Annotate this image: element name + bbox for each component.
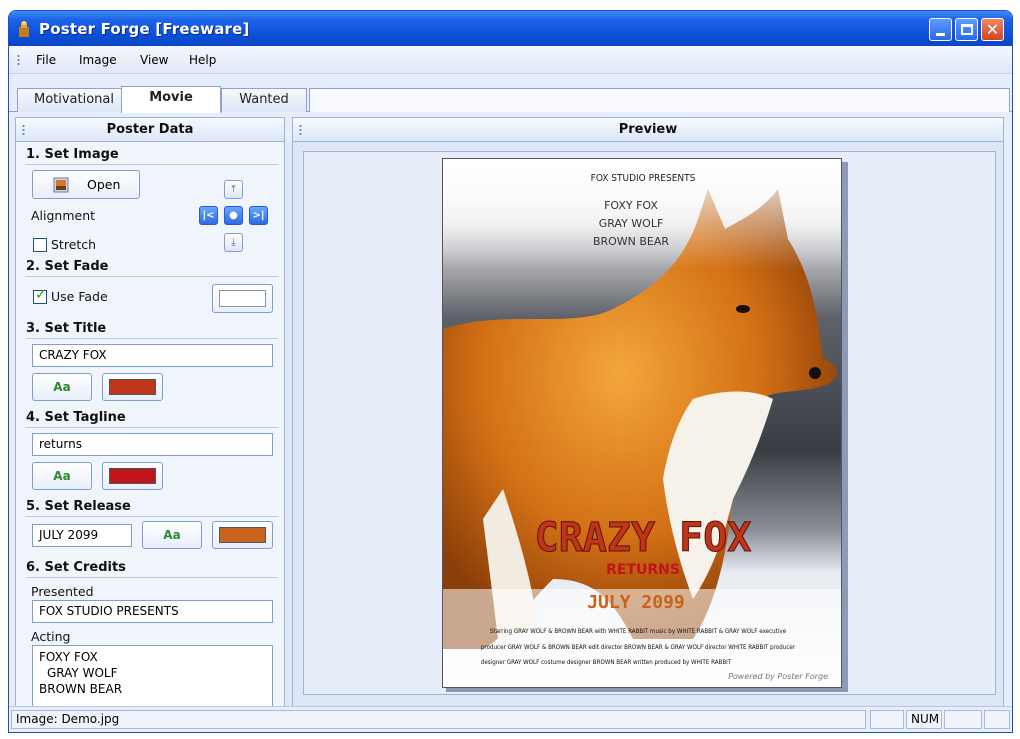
tagline-color-button[interactable] bbox=[102, 462, 163, 490]
section-set-credits: 6. Set Credits bbox=[26, 560, 126, 575]
preview-header: Preview bbox=[292, 117, 1004, 142]
align-right-button[interactable]: >| bbox=[249, 206, 268, 225]
section-set-release: 5. Set Release bbox=[26, 499, 131, 514]
align-bottom-button[interactable]: ⤓ bbox=[224, 233, 243, 252]
align-top-icon: ⤒ bbox=[231, 184, 236, 195]
alignment-label: Alignment bbox=[31, 208, 96, 223]
open-image-icon bbox=[53, 177, 69, 193]
poster-artwork: FOX STUDIO PRESENTS FOXY FOX GRAY WOLF B… bbox=[443, 159, 841, 687]
main-window: Poster Forge [Freeware] ✕ File Image Vie… bbox=[8, 10, 1013, 733]
menu-view[interactable]: View bbox=[140, 53, 168, 67]
panel-splitter[interactable] bbox=[285, 142, 292, 708]
poster-tagline: RETURNS bbox=[606, 562, 680, 578]
release-font-button[interactable]: Aa bbox=[142, 521, 202, 549]
status-bar: Image: Demo.jpg NUM bbox=[9, 706, 1012, 732]
poster-data-panel: 1. Set Image Open ⤒ Alignment |< ● >| St… bbox=[15, 142, 285, 708]
align-right-icon: >| bbox=[252, 210, 265, 221]
checkmark-icon: ✓ bbox=[35, 287, 47, 303]
release-input[interactable]: JULY 2099 bbox=[32, 524, 132, 547]
open-button-label: Open bbox=[87, 177, 121, 192]
tab-movie[interactable]: Movie bbox=[121, 86, 221, 113]
align-bottom-icon: ⤓ bbox=[231, 237, 236, 248]
font-icon: Aa bbox=[53, 469, 71, 483]
align-center-icon: ● bbox=[229, 210, 238, 221]
presented-label: Presented bbox=[31, 584, 94, 599]
open-button[interactable]: Open bbox=[32, 170, 140, 199]
section-set-image: 1. Set Image bbox=[26, 147, 119, 162]
tab-bar: Motivational Movie Wanted bbox=[9, 84, 1012, 113]
acting-line: BROWN BEAR bbox=[39, 682, 123, 696]
title-color-button[interactable] bbox=[102, 373, 163, 401]
menu-help[interactable]: Help bbox=[189, 53, 216, 67]
align-left-button[interactable]: |< bbox=[199, 206, 218, 225]
poster-cast: FOXY FOX bbox=[604, 199, 658, 212]
acting-label: Acting bbox=[31, 629, 71, 644]
font-icon: Aa bbox=[53, 380, 71, 394]
poster-data-title: Poster Data bbox=[106, 122, 194, 137]
align-top-button[interactable]: ⤒ bbox=[224, 180, 243, 199]
section-set-fade: 2. Set Fade bbox=[26, 259, 109, 274]
menu-grip[interactable] bbox=[17, 54, 20, 66]
poster-credits-line: Starring GRAY WOLF & BROWN BEAR with WHI… bbox=[490, 628, 787, 635]
section-set-tagline: 4. Set Tagline bbox=[26, 410, 126, 425]
poster-title: CRAZY FOX bbox=[535, 515, 752, 561]
align-center-button[interactable]: ● bbox=[224, 206, 243, 225]
poster-release: JULY 2099 bbox=[587, 592, 685, 613]
poster-image[interactable]: FOX STUDIO PRESENTS FOXY FOX GRAY WOLF B… bbox=[442, 158, 842, 688]
poster-powered-by: Powered by Poster Forge bbox=[728, 672, 828, 681]
poster-presents: FOX STUDIO PRESENTS bbox=[591, 173, 696, 184]
poster-credits-line: producer GRAY WOLF & BROWN BEAR edit dir… bbox=[481, 644, 796, 651]
use-fade-checkbox[interactable]: ✓ bbox=[33, 287, 47, 304]
poster-credits-line: designer GRAY WOLF costume designer BROW… bbox=[481, 659, 732, 666]
tagline-font-button[interactable]: Aa bbox=[32, 462, 92, 490]
status-num: NUM bbox=[906, 710, 942, 729]
fade-color-button[interactable] bbox=[212, 284, 273, 313]
maximize-button[interactable] bbox=[955, 18, 978, 41]
poster-cast: GRAY WOLF bbox=[599, 217, 664, 230]
preview-title: Preview bbox=[618, 122, 678, 137]
tab-motivational[interactable]: Motivational bbox=[17, 88, 131, 112]
fade-color-swatch bbox=[219, 290, 266, 307]
use-fade-label: Use Fade bbox=[51, 289, 108, 304]
title-bar[interactable]: Poster Forge [Freeware] ✕ bbox=[9, 11, 1012, 46]
title-color-swatch bbox=[109, 379, 156, 395]
poster-cast: BROWN BEAR bbox=[593, 235, 669, 248]
resize-grip[interactable] bbox=[984, 710, 1010, 729]
app-icon bbox=[19, 21, 29, 37]
stretch-checkbox[interactable] bbox=[33, 238, 47, 252]
menu-bar: File Image View Help bbox=[9, 46, 1012, 74]
acting-line: FOXY FOX bbox=[39, 650, 98, 664]
status-image: Image: Demo.jpg bbox=[11, 710, 866, 729]
tagline-input[interactable]: returns bbox=[32, 433, 273, 456]
font-icon: Aa bbox=[163, 528, 181, 542]
close-button[interactable]: ✕ bbox=[981, 18, 1004, 41]
panel-grip[interactable] bbox=[299, 124, 302, 136]
acting-line: GRAY WOLF bbox=[47, 666, 118, 680]
acting-textarea[interactable]: FOXY FOX GRAY WOLF BROWN BEAR bbox=[32, 645, 273, 708]
presented-input[interactable]: FOX STUDIO PRESENTS bbox=[32, 600, 273, 623]
tagline-color-swatch bbox=[109, 468, 156, 484]
menu-image[interactable]: Image bbox=[79, 53, 117, 67]
title-input[interactable]: CRAZY FOX bbox=[32, 344, 273, 367]
window-title: Poster Forge [Freeware] bbox=[39, 20, 250, 38]
tab-wanted[interactable]: Wanted bbox=[221, 88, 307, 112]
menu-file[interactable]: File bbox=[36, 53, 56, 67]
minimize-button[interactable] bbox=[929, 18, 952, 41]
panel-grip[interactable] bbox=[22, 124, 25, 136]
align-left-icon: |< bbox=[202, 210, 215, 221]
section-set-title: 3. Set Title bbox=[26, 321, 107, 336]
poster-data-header: Poster Data bbox=[15, 117, 285, 142]
release-color-swatch bbox=[219, 527, 266, 543]
release-color-button[interactable] bbox=[212, 521, 273, 549]
title-font-button[interactable]: Aa bbox=[32, 373, 92, 401]
stretch-label: Stretch bbox=[51, 237, 97, 252]
